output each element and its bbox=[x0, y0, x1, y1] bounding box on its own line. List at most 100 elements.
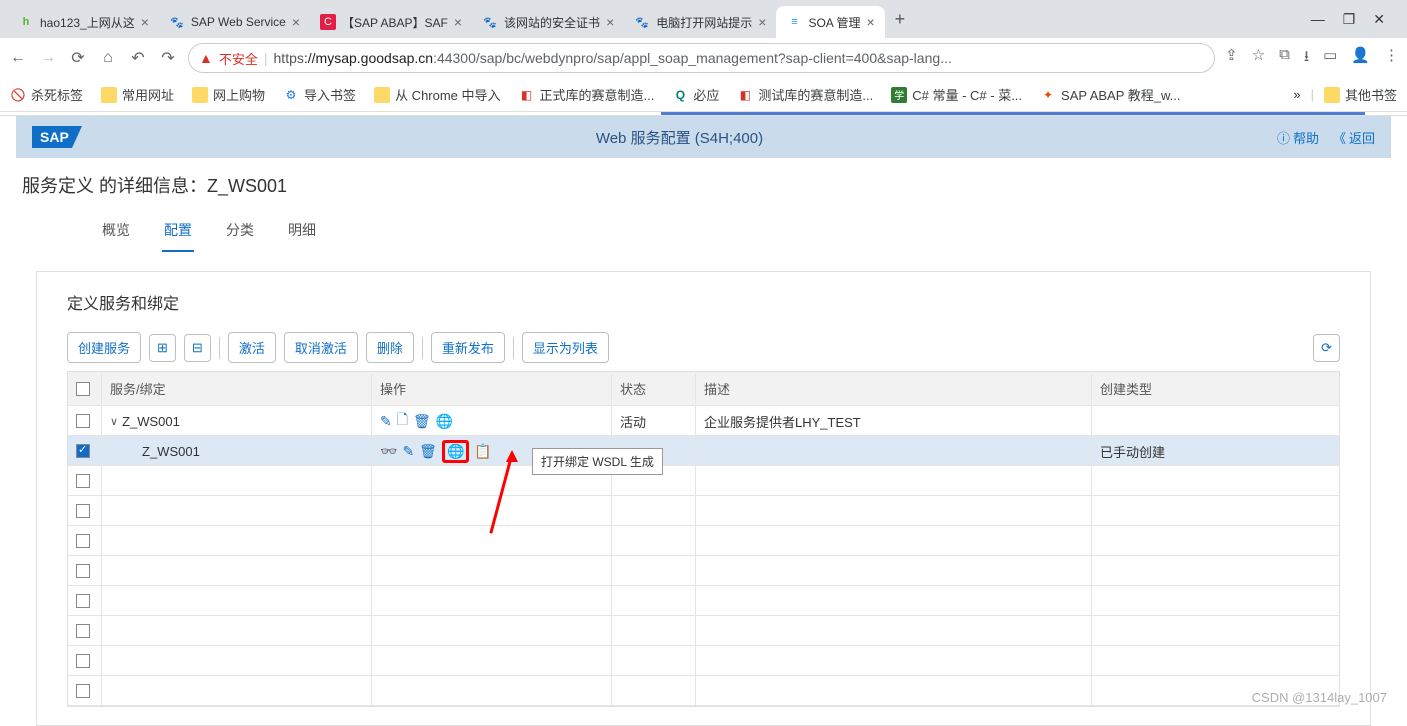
collapse-icon[interactable]: ∨ bbox=[110, 415, 118, 428]
select-all-checkbox[interactable] bbox=[76, 382, 90, 396]
new-tab-button[interactable]: + bbox=[885, 9, 916, 30]
edit-icon[interactable]: ✎ bbox=[402, 443, 414, 460]
share-icon[interactable]: ⇪ bbox=[1225, 46, 1238, 71]
watermark: CSDN @1314lay_1007 bbox=[1252, 690, 1387, 705]
row-checkbox[interactable] bbox=[76, 474, 90, 488]
table-row bbox=[68, 526, 1339, 556]
tab-cert-warning[interactable]: 🐾该网站的安全证书× bbox=[472, 6, 624, 38]
wsdl-generate-icon[interactable]: 🌐 bbox=[442, 440, 469, 463]
table-row bbox=[68, 466, 1339, 496]
tab-hao123[interactable]: hhao123_上网从这× bbox=[8, 6, 159, 38]
folder-icon bbox=[374, 87, 390, 103]
bookmark-bing[interactable]: Q必应 bbox=[672, 85, 719, 104]
activate-button[interactable]: 激活 bbox=[228, 332, 276, 363]
tab-title: 该网站的安全证书 bbox=[504, 14, 600, 31]
favicon-paw: 🐾 bbox=[634, 14, 650, 30]
bookmark-kill-tabs[interactable]: 🚫杀死标签 bbox=[10, 85, 83, 104]
page-title: 服务定义 的详细信息：Z_WS001 bbox=[0, 158, 1407, 204]
address-bar[interactable]: ▲ 不安全 | https://mysap.goodsap.cn:44300/s… bbox=[188, 43, 1215, 73]
home-icon[interactable]: ⌂ bbox=[98, 49, 118, 67]
maximize-icon[interactable]: ❐ bbox=[1343, 11, 1356, 28]
trash-icon[interactable]: 🗑 bbox=[413, 413, 431, 430]
reload-icon[interactable]: ⟳ bbox=[68, 48, 88, 68]
table-row bbox=[68, 676, 1339, 706]
more-bookmarks-icon[interactable]: » bbox=[1293, 87, 1300, 102]
row-checkbox[interactable] bbox=[76, 654, 90, 668]
close-icon[interactable]: × bbox=[866, 14, 874, 30]
tab-classification[interactable]: 分类 bbox=[224, 214, 256, 252]
xue-icon: 学 bbox=[891, 87, 907, 103]
created-cell: 已手动创建 bbox=[1092, 436, 1292, 466]
tab-sap-web-service[interactable]: 🐾SAP Web Service× bbox=[159, 6, 310, 38]
back-link[interactable]: 《返回 bbox=[1333, 128, 1375, 147]
tab-site-open[interactable]: 🐾 电脑打开网站提示 × bbox=[624, 6, 776, 38]
bookmark-common-sites[interactable]: 常用网址 bbox=[101, 85, 174, 104]
close-icon[interactable]: × bbox=[141, 14, 149, 30]
row-checkbox[interactable] bbox=[76, 624, 90, 638]
sync-icon[interactable]: ⧉ bbox=[1279, 46, 1290, 71]
bookmark-sap-tutorial[interactable]: ✦SAP ABAP 教程_w... bbox=[1040, 85, 1180, 104]
collapse-all-button[interactable]: ⊟ bbox=[184, 334, 211, 362]
row-checkbox[interactable] bbox=[76, 684, 90, 698]
table-row bbox=[68, 556, 1339, 586]
tab-sap-abap[interactable]: C【SAP ABAP】SAF× bbox=[310, 6, 472, 38]
nav-back-icon[interactable]: ← bbox=[8, 49, 28, 67]
expand-all-button[interactable]: ⊞ bbox=[149, 334, 176, 362]
close-icon[interactable]: × bbox=[292, 14, 300, 30]
url-text: https://mysap.goodsap.cn:44300/sap/bc/we… bbox=[274, 50, 1205, 66]
tab-config[interactable]: 配置 bbox=[162, 214, 194, 252]
close-icon[interactable]: × bbox=[454, 14, 462, 30]
row-checkbox[interactable] bbox=[76, 444, 90, 458]
table-row bbox=[68, 616, 1339, 646]
menu-icon[interactable]: ⋮ bbox=[1384, 46, 1399, 71]
col-created-type: 创建类型 bbox=[1092, 374, 1292, 404]
redo-icon[interactable]: ↷ bbox=[158, 48, 178, 68]
row-checkbox[interactable] bbox=[76, 534, 90, 548]
close-icon[interactable]: × bbox=[606, 14, 614, 30]
trash-icon[interactable]: 🗑 bbox=[419, 443, 437, 460]
undo-icon[interactable]: ↶ bbox=[128, 48, 148, 68]
panel-icon[interactable]: ▭ bbox=[1323, 46, 1337, 71]
create-service-button[interactable]: 创建服务 bbox=[67, 332, 141, 363]
row-checkbox[interactable] bbox=[76, 504, 90, 518]
star-icon[interactable]: ☆ bbox=[1252, 46, 1265, 71]
close-icon[interactable]: × bbox=[758, 14, 766, 30]
gear-icon: ⚙ bbox=[283, 87, 299, 103]
bookmark-test[interactable]: ◧测试库的赛意制造... bbox=[737, 85, 873, 104]
download-icon[interactable]: ⭳ bbox=[1304, 46, 1309, 71]
copy-icon[interactable]: 📋 bbox=[474, 443, 491, 460]
edit-icon[interactable]: ✎ bbox=[380, 413, 392, 430]
bookmark-import[interactable]: ⚙导入书签 bbox=[283, 85, 356, 104]
wsdl-icon[interactable]: 🌐 bbox=[436, 413, 453, 430]
app-icon: ◧ bbox=[737, 87, 753, 103]
republish-button[interactable]: 重新发布 bbox=[431, 332, 505, 363]
service-name: Z_WS001 bbox=[122, 414, 180, 429]
tab-title: hao123_上网从这 bbox=[40, 14, 135, 31]
desc-cell bbox=[696, 436, 1092, 466]
tab-soa-mgmt[interactable]: ≡SOA 管理× bbox=[776, 6, 884, 38]
row-checkbox[interactable] bbox=[76, 414, 90, 428]
tab-details[interactable]: 明细 bbox=[286, 214, 318, 252]
delete-button[interactable]: 删除 bbox=[366, 332, 414, 363]
tab-overview[interactable]: 概览 bbox=[100, 214, 132, 252]
bookmark-chrome-import[interactable]: 从 Chrome 中导入 bbox=[374, 85, 500, 104]
table-row[interactable]: ∨Z_WS001 ✎ 🗋 🗑 🌐 活动 企业服务提供者LHY_TEST bbox=[68, 406, 1339, 436]
bookmark-shopping[interactable]: 网上购物 bbox=[192, 85, 265, 104]
view-icon[interactable]: 👓 bbox=[380, 443, 397, 460]
bookmark-prod[interactable]: ◧正式库的赛意制造... bbox=[519, 85, 655, 104]
minimize-icon[interactable]: ― bbox=[1311, 11, 1325, 28]
other-bookmarks[interactable]: 其他书签 bbox=[1324, 85, 1397, 104]
table-row[interactable]: Z_WS001 👓 ✎ 🗑 🌐 📋 已手动创建 bbox=[68, 436, 1339, 466]
row-checkbox[interactable] bbox=[76, 594, 90, 608]
bookmark-csharp[interactable]: 学C# 常量 - C# - 菜... bbox=[891, 85, 1022, 104]
refresh-button[interactable]: ⟳ bbox=[1313, 334, 1340, 362]
help-link[interactable]: ⓘ帮助 bbox=[1277, 128, 1319, 147]
deactivate-button[interactable]: 取消激活 bbox=[284, 332, 358, 363]
document-icon[interactable]: 🗋 bbox=[397, 409, 408, 433]
tab-title: 【SAP ABAP】SAF bbox=[342, 14, 448, 31]
binding-name: Z_WS001 bbox=[142, 444, 200, 459]
close-window-icon[interactable]: ✕ bbox=[1373, 11, 1385, 28]
tab-title: 电脑打开网站提示 bbox=[656, 14, 752, 31]
profile-icon[interactable]: 👤 bbox=[1351, 46, 1370, 71]
show-as-list-button[interactable]: 显示为列表 bbox=[522, 332, 609, 363]
